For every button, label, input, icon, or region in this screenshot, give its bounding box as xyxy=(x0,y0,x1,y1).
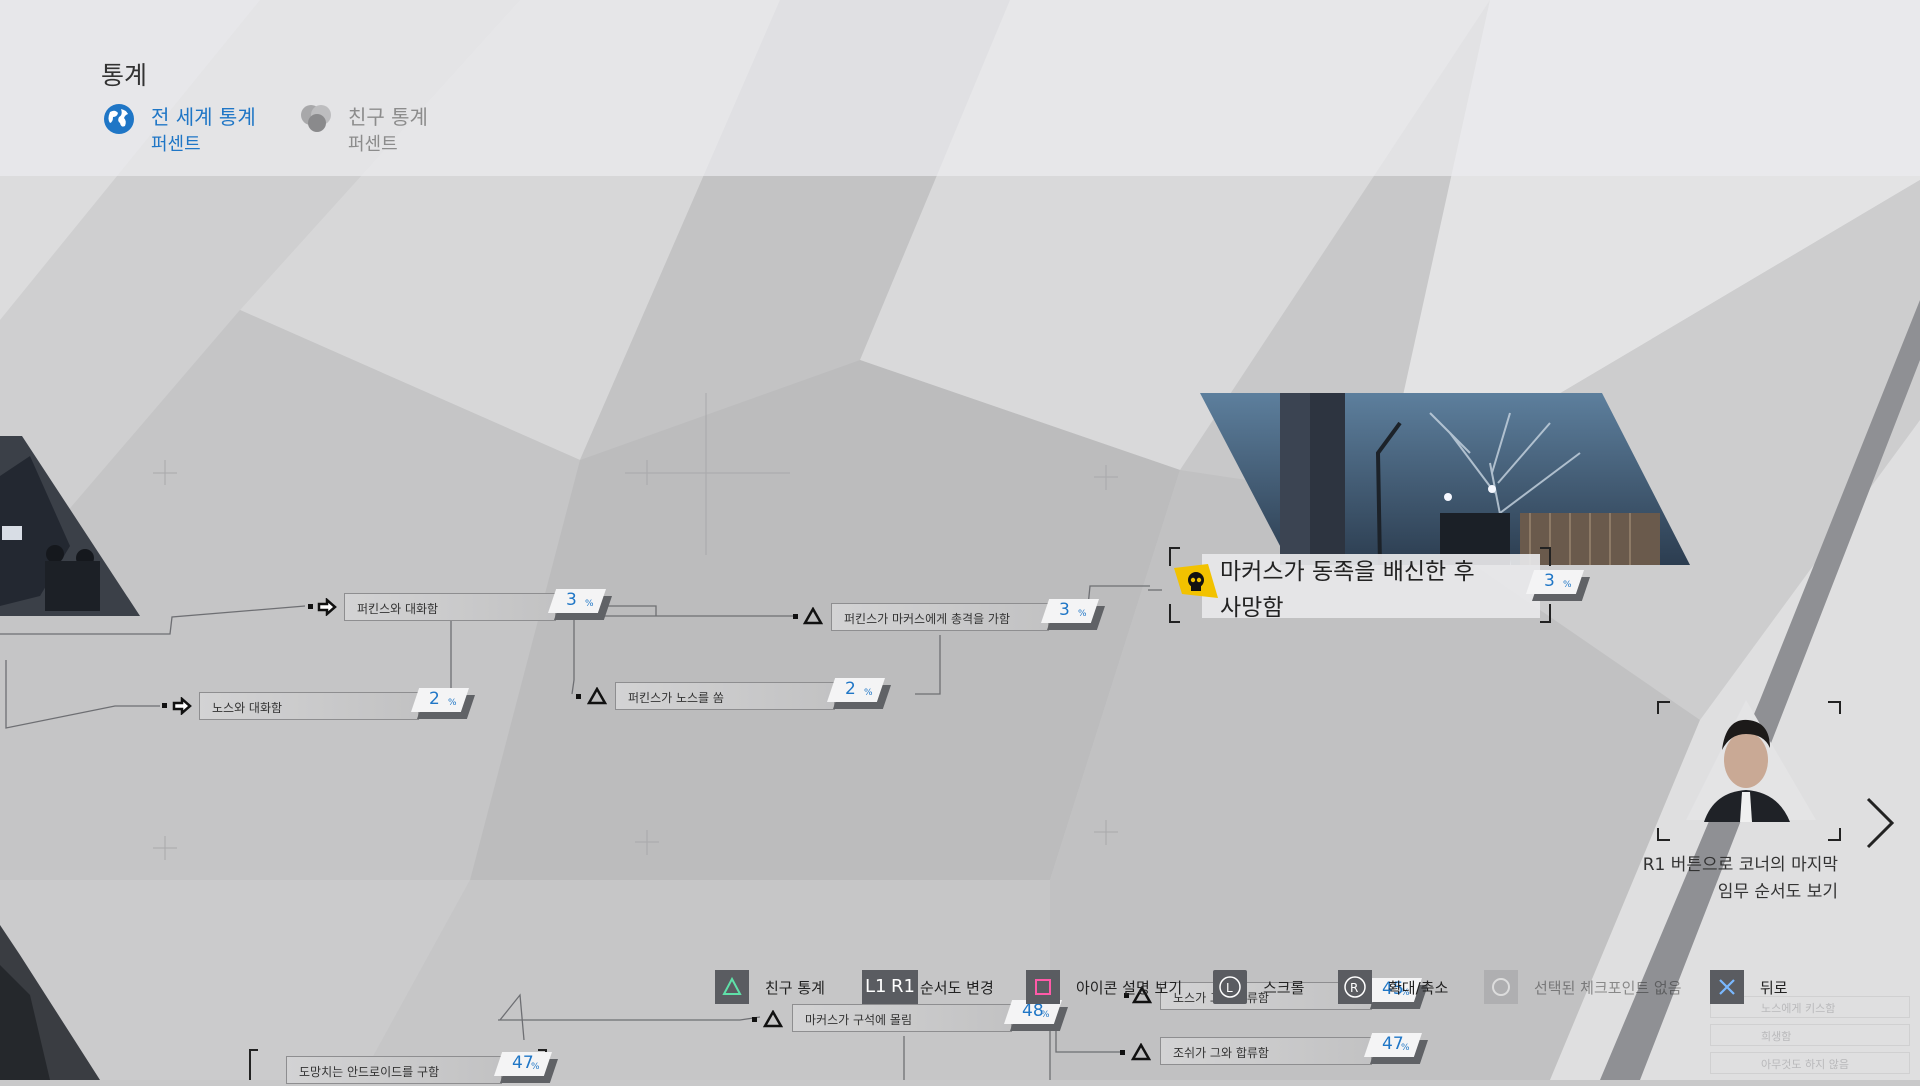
tab-friend-stats-sub: 퍼센트 xyxy=(348,134,398,155)
right-stick-icon: R xyxy=(1338,970,1372,1004)
dialogue-arrow-icon xyxy=(317,598,337,616)
ending-thumbnail xyxy=(1200,393,1690,565)
tab-global-stats[interactable]: 전 세계 통계 퍼센트 xyxy=(103,101,273,161)
next-chapter-frame[interactable] xyxy=(1656,700,1842,842)
next-chapter-hint: R1 버튼으로 코너의 마지막 임무 순서도 보기 xyxy=(1642,855,1838,902)
selected-node-line2: 사망함 xyxy=(1220,595,1284,621)
node-connector-dot xyxy=(793,614,798,619)
globe-icon xyxy=(104,104,134,134)
triangle-choice-icon xyxy=(587,687,607,705)
svg-text:R: R xyxy=(1350,981,1358,995)
flow-node-label: 조쉬가 그와 합류함 xyxy=(1173,1046,1269,1060)
cross-button-icon xyxy=(1710,970,1744,1004)
l1-button-icon: L1 xyxy=(862,970,890,1004)
flow-node-label: 퍼킨스와 대화함 xyxy=(357,602,439,616)
page-title: 통계 xyxy=(101,61,148,90)
triangle-button-icon xyxy=(715,970,749,1004)
tab-friend-stats-label: 친구 통계 xyxy=(348,105,428,129)
svg-text:L: L xyxy=(1226,981,1233,995)
triangle-choice-icon xyxy=(763,1010,783,1028)
flow-node-label: 퍼킨스가 노스를 쏨 xyxy=(628,691,724,705)
flow-node-label: 도망치는 안드로이드를 구함 xyxy=(299,1065,440,1079)
flow-node-label: 마커스가 구석에 몰림 xyxy=(805,1013,912,1027)
dialogue-arrow-icon xyxy=(172,697,192,715)
chapter-thumbnail-left xyxy=(0,436,140,616)
selected-node-line1: 마커스가 동족을 배신한 후 xyxy=(1220,559,1475,585)
tab-friend-stats[interactable]: 친구 통계 퍼센트 xyxy=(300,101,460,161)
flow-node-percent: 2 xyxy=(429,689,440,709)
node-connector-dot xyxy=(162,703,167,708)
skull-icon xyxy=(1174,564,1218,598)
square-button-icon xyxy=(1026,970,1060,1004)
node-connector-dot xyxy=(752,1017,757,1022)
left-stick-icon: L xyxy=(1213,970,1247,1004)
chevron-right-icon[interactable] xyxy=(1862,795,1898,851)
r1-button-icon: R1 xyxy=(888,970,918,1004)
node-connector-dot xyxy=(308,604,313,609)
header-bar: 통계 전 세계 통계 퍼센트 친구 통계 퍼센트 xyxy=(0,0,1920,176)
triangle-choice-icon xyxy=(1131,1043,1151,1061)
tab-global-stats-label: 전 세계 통계 xyxy=(151,105,256,129)
flow-node-percent: 3 xyxy=(1059,600,1070,620)
flow-node-label: 퍼킨스가 마커스에게 총격을 가함 xyxy=(844,612,1011,626)
chapter-thumbnail-bottom-left xyxy=(0,925,100,1080)
flow-node-markus-death-selected[interactable]: 마커스가 동족을 배신한 후 사망함 3% xyxy=(1168,547,1590,623)
selected-node-percent: 3 xyxy=(1544,571,1555,591)
flow-node-percent: 2 xyxy=(845,679,856,699)
circle-button-icon xyxy=(1484,970,1518,1004)
triangle-choice-icon xyxy=(803,607,823,625)
node-connector-dot xyxy=(1120,1050,1125,1055)
friends-icon xyxy=(301,105,331,132)
tab-global-stats-sub: 퍼센트 xyxy=(151,134,201,155)
flow-node-percent: 3 xyxy=(566,590,577,610)
faded-flow-list: 노스에게 키스함 희생함 아무것도 하지 않음 xyxy=(1710,996,1910,1074)
node-connector-dot xyxy=(576,694,581,699)
flow-node-label: 노스와 대화함 xyxy=(212,701,283,715)
